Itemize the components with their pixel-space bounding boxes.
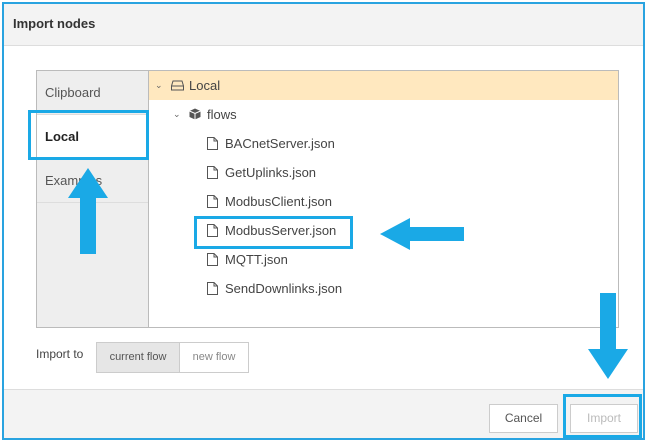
tree-row-file[interactable]: MQTT.json [149,245,618,274]
chevron-down-icon: ⌄ [173,109,181,119]
file-icon [207,224,218,237]
dialog-title: Import nodes [13,16,96,31]
import-button[interactable]: Import [570,404,638,433]
file-icon [207,195,218,208]
box-icon [189,108,201,120]
import-to-label: Import to [36,347,84,361]
tree-file-label: ModbusClient.json [225,194,332,209]
new-flow-button[interactable]: new flow [179,342,249,373]
tree-file-label: ModbusServer.json [225,223,337,238]
tree-row-local-root[interactable]: ⌄ Local [149,71,618,100]
import-panel: Clipboard Local Examples ⌄ Local ⌄ flows [36,70,619,328]
tab-local[interactable]: Local [37,115,149,159]
file-icon [207,166,218,179]
dialog-header: Import nodes [4,4,643,46]
file-icon [207,253,218,266]
tree-row-file[interactable]: BACnetServer.json [149,129,618,158]
tree-row-file[interactable]: GetUplinks.json [149,158,618,187]
file-icon [207,282,218,295]
tree-row-file[interactable]: SendDownlinks.json [149,274,618,303]
tree-file-label: BACnetServer.json [225,136,335,151]
tab-clipboard[interactable]: Clipboard [37,71,148,115]
tree-file-label: SendDownlinks.json [225,281,343,296]
drive-icon [171,80,184,91]
source-tabs: Clipboard Local Examples [37,71,149,327]
tree-file-label: GetUplinks.json [225,165,317,180]
import-nodes-dialog: Import nodes Clipboard Local Examples ⌄ … [2,2,645,440]
tree-label-flows: flows [207,107,237,122]
file-icon [207,137,218,150]
tab-examples[interactable]: Examples [37,159,148,203]
tree-row-file[interactable]: ModbusClient.json [149,187,618,216]
file-tree: ⌄ Local ⌄ flows BACnetServer.json GetUpl… [149,71,618,327]
tree-file-label: MQTT.json [225,252,288,267]
dialog-footer: Cancel Import [4,389,643,438]
tree-label-local: Local [189,78,221,93]
tree-row-file[interactable]: ModbusServer.json [149,216,618,245]
tree-row-flows-folder[interactable]: ⌄ flows [149,100,618,129]
chevron-down-icon: ⌄ [155,80,163,90]
current-flow-button[interactable]: current flow [96,342,180,373]
cancel-button[interactable]: Cancel [489,404,558,433]
